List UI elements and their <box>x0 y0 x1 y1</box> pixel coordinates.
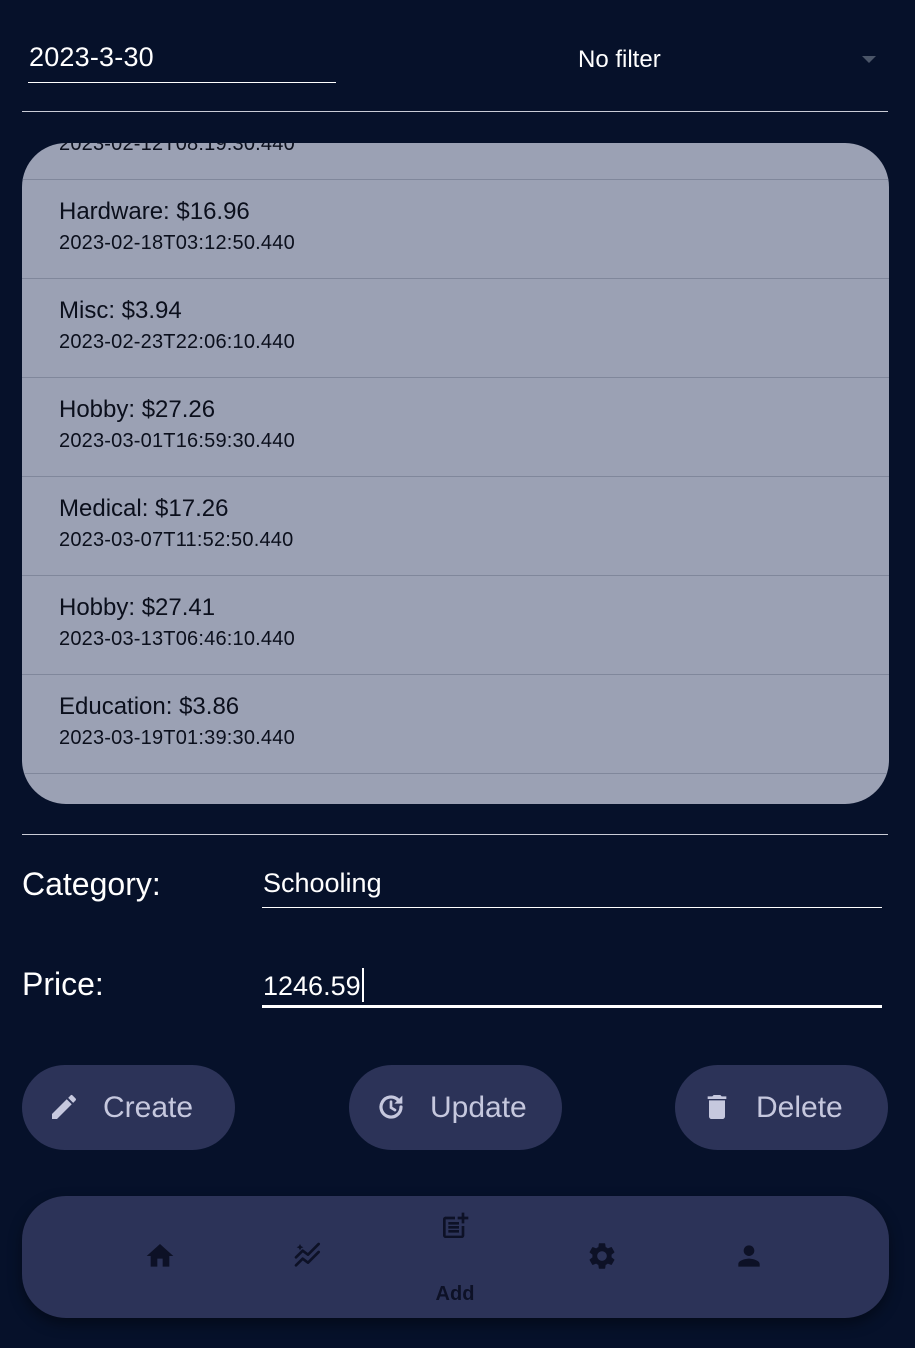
delete-label: Delete <box>756 1091 843 1124</box>
divider-top <box>22 111 888 112</box>
nav-settings[interactable] <box>582 1236 622 1276</box>
list-item-time: 2023-02-18T03:12:50.440 <box>59 232 295 254</box>
create-button[interactable]: Create <box>22 1065 235 1150</box>
text-cursor <box>361 968 364 1002</box>
post-add-icon <box>443 1212 469 1238</box>
list-item[interactable]: 2023-02-12T08:19:30.440 <box>22 143 889 180</box>
pencil-icon <box>48 1091 80 1123</box>
nav-add[interactable] <box>435 1206 475 1246</box>
list-item[interactable]: Education: $3.86 2023-03-19T01:39:30.440 <box>22 675 889 774</box>
home-icon <box>146 1244 174 1267</box>
price-value-wrap: 1246.59 <box>263 968 364 1002</box>
list-item-title: Hobby: $27.26 <box>59 396 216 423</box>
nav-add-label: Add <box>435 1283 475 1305</box>
category-label: Category: <box>22 866 161 902</box>
list-item-time: 2023-03-07T11:52:50.440 <box>59 529 294 551</box>
price-input[interactable]: 1246.59 <box>262 966 882 1008</box>
update-button[interactable]: Update <box>349 1065 562 1150</box>
list-item-title: Medical: $17.26 <box>59 495 229 522</box>
list-item-time: 2023-03-19T01:39:30.440 <box>59 727 295 749</box>
update-label: Update <box>430 1091 527 1124</box>
list-item-time: 2023-02-23T22:06:10.440 <box>59 331 295 353</box>
filter-value: No filter <box>578 46 661 73</box>
list-item-title: Hobby: $27.41 <box>59 594 216 621</box>
transaction-list[interactable]: 2023-02-12T08:19:30.440 Hardware: $16.96… <box>22 143 889 804</box>
filter-dropdown[interactable]: No filter <box>560 40 890 80</box>
price-label: Price: <box>22 966 104 1002</box>
chevron-down-icon <box>862 56 876 63</box>
nav-home[interactable] <box>140 1236 180 1276</box>
list-item[interactable]: Hobby: $27.41 2023-03-13T06:46:10.440 <box>22 576 889 675</box>
trash-icon <box>701 1091 733 1123</box>
divider-bottom <box>22 834 888 835</box>
date-value: 2023-3-30 <box>29 42 154 72</box>
list-item[interactable]: Hobby: $27.26 2023-03-01T16:59:30.440 <box>22 378 889 477</box>
list-item[interactable]: Medical: $17.26 2023-03-07T11:52:50.440 <box>22 477 889 576</box>
insights-icon <box>294 1242 320 1267</box>
bottom-nav: Add <box>22 1196 889 1318</box>
gear-icon <box>589 1243 615 1269</box>
person-icon <box>738 1245 760 1267</box>
list-item[interactable]: Hardware: $16.96 2023-02-18T03:12:50.440 <box>22 180 889 279</box>
list-item-title: Hardware: $16.96 <box>59 198 250 225</box>
create-label: Create <box>103 1091 194 1124</box>
list-item-time: 2023-03-01T16:59:30.440 <box>59 430 295 452</box>
list-item-title: Education: $3.86 <box>59 693 240 720</box>
list-item-time: 2023-02-12T08:19:30.440 <box>59 143 295 155</box>
price-value: 1246.59 <box>263 971 361 1001</box>
nav-profile[interactable] <box>729 1236 769 1276</box>
nav-insights[interactable] <box>288 1236 328 1276</box>
delete-button[interactable]: Delete <box>675 1065 888 1150</box>
update-icon <box>375 1091 407 1123</box>
date-field[interactable]: 2023-3-30 <box>28 40 336 83</box>
list-item-time: 2023-03-13T06:46:10.440 <box>59 628 295 650</box>
list-item[interactable]: Misc: $3.94 2023-02-23T22:06:10.440 <box>22 279 889 378</box>
category-input[interactable]: Schooling <box>262 866 882 908</box>
category-value: Schooling <box>263 868 382 898</box>
list-item-title: Misc: $3.94 <box>59 297 182 324</box>
